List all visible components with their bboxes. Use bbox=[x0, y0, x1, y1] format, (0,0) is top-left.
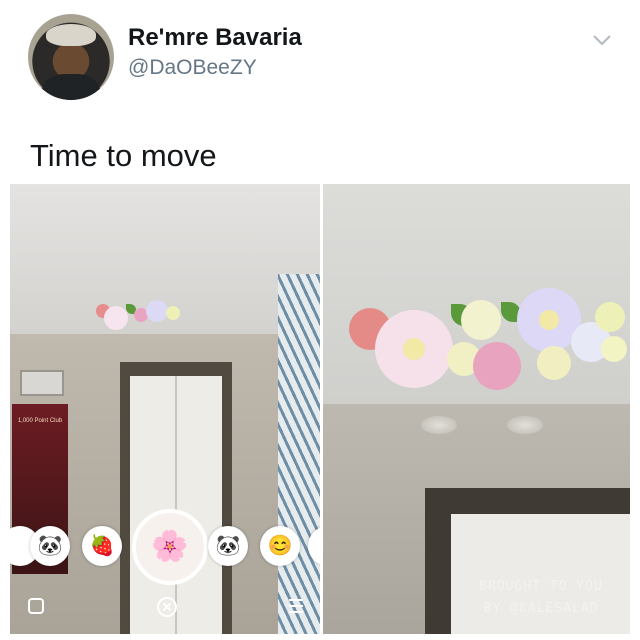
square-icon[interactable] bbox=[26, 596, 46, 616]
chevron-down-icon[interactable] bbox=[590, 30, 614, 50]
cute-face-icon[interactable]: 😊 bbox=[260, 526, 300, 566]
flower-crown-face-icon[interactable]: 🌸 bbox=[132, 509, 208, 585]
air-vent bbox=[20, 370, 64, 396]
watermark-line-2: BY @KALESALAD bbox=[483, 601, 599, 616]
flower-center bbox=[539, 310, 559, 330]
lens-carousel[interactable]: 🐼 🍓 🌸 🐼 😊 bbox=[10, 504, 320, 594]
poster-text: 1,000 Point Club bbox=[17, 418, 63, 424]
flower bbox=[595, 302, 625, 332]
flower-crown-small bbox=[96, 298, 186, 334]
flower-center bbox=[403, 338, 425, 360]
flower bbox=[601, 336, 627, 362]
filter-partial[interactable] bbox=[308, 526, 320, 566]
avatar[interactable] bbox=[28, 14, 114, 100]
flower bbox=[375, 310, 453, 388]
close-circle-icon[interactable] bbox=[156, 596, 178, 618]
flower bbox=[146, 300, 168, 322]
flower bbox=[104, 306, 128, 330]
display-name[interactable]: Re'mre Bavaria bbox=[128, 24, 302, 52]
strawberry-icon[interactable]: 🍓 bbox=[82, 526, 122, 566]
tweet-text: Time to move bbox=[30, 138, 217, 173]
flower-crown-large bbox=[349, 288, 629, 408]
right-photo[interactable]: BROUGHT TO YOU BY @KALESALAD bbox=[323, 184, 630, 634]
ceiling-light bbox=[421, 416, 457, 434]
watermark-line-1: BROUGHT TO YOU bbox=[479, 579, 603, 594]
flower bbox=[166, 306, 180, 320]
panda-icon[interactable]: 🐼 bbox=[208, 526, 248, 566]
tweet-header: Re'mre Bavaria @DaOBeeZY bbox=[0, 0, 640, 120]
panda-face-icon[interactable]: 🐼 bbox=[30, 526, 70, 566]
flower bbox=[537, 346, 571, 380]
flower bbox=[461, 300, 501, 340]
hat-shape bbox=[46, 24, 96, 46]
ceiling-light bbox=[507, 416, 543, 434]
menu-lines-icon[interactable] bbox=[286, 596, 306, 616]
shirt-shape bbox=[42, 74, 100, 100]
watermark: BROUGHT TO YOU BY @KALESALAD bbox=[451, 576, 630, 620]
tweet-media[interactable]: 1,000 Point Club 🐼 🍓 🌸 🐼 😊 BROUGHT TO YO… bbox=[10, 184, 630, 634]
user-handle[interactable]: @DaOBeeZY bbox=[128, 56, 257, 80]
flower bbox=[473, 342, 521, 390]
left-photo[interactable]: 1,000 Point Club 🐼 🍓 🌸 🐼 😊 bbox=[10, 184, 320, 634]
